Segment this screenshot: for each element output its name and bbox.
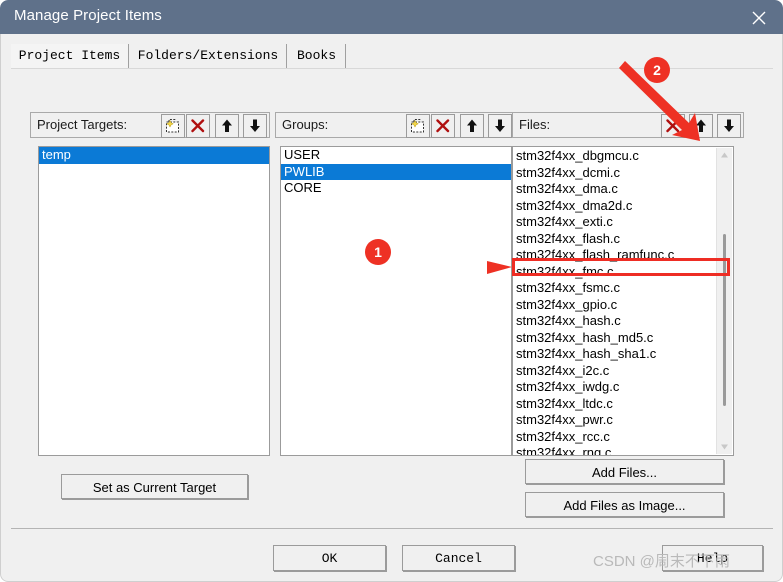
list-item[interactable]: stm32f4xx_dma2d.c: [513, 198, 701, 215]
tab-label: Folders/Extensions: [137, 48, 279, 63]
list-item[interactable]: stm32f4xx_ltdc.c: [513, 396, 701, 413]
files-delete-button[interactable]: [661, 114, 685, 138]
ok-button[interactable]: OK: [273, 545, 386, 571]
list-item[interactable]: stm32f4xx_rcc.c: [513, 429, 701, 446]
list-item[interactable]: PWLIB: [281, 163, 511, 180]
button-label: Set as Current Target: [92, 480, 217, 495]
project-targets-move-down-button[interactable]: [243, 114, 267, 138]
files-move-down-button[interactable]: [717, 114, 741, 138]
files-header: Files:: [512, 112, 744, 138]
add-files-button[interactable]: Add Files...: [525, 459, 724, 484]
watermark: CSDN @周末不下雨: [593, 553, 730, 570]
list-item[interactable]: stm32f4xx_hash_md5.c: [513, 330, 701, 347]
files-rows: stm32f4xx_dbgmcu.c stm32f4xx_dcmi.c stm3…: [513, 148, 701, 455]
list-item[interactable]: stm32f4xx_exti.c: [513, 214, 701, 231]
dialog-client-area: Project Items Folders/Extensions Books P…: [0, 34, 783, 582]
groups-move-up-button[interactable]: [460, 114, 484, 138]
files-listbox[interactable]: stm32f4xx_dbgmcu.c stm32f4xx_dcmi.c stm3…: [512, 146, 734, 456]
tab-books[interactable]: Books: [288, 44, 346, 68]
tab-underline: [11, 68, 773, 69]
window-title: Manage Project Items: [14, 7, 162, 24]
tab-strip: Project Items Folders/Extensions Books: [11, 44, 773, 69]
list-item[interactable]: stm32f4xx_fsmc.c: [513, 280, 701, 297]
scroll-down-icon[interactable]: [717, 439, 732, 454]
list-item[interactable]: CORE: [281, 180, 511, 197]
add-files-as-image-button[interactable]: Add Files as Image...: [525, 492, 724, 517]
groups-move-down-button[interactable]: [488, 114, 512, 138]
tab-folders-extensions[interactable]: Folders/Extensions: [130, 44, 287, 68]
manage-project-items-dialog: Manage Project Items Project Items Folde…: [0, 0, 783, 582]
list-item[interactable]: stm32f4xx_flash_ramfunc.c: [513, 247, 701, 264]
button-label: Cancel: [435, 551, 482, 566]
files-move-up-button[interactable]: [689, 114, 713, 138]
list-item[interactable]: stm32f4xx_i2c.c: [513, 363, 701, 380]
tab-project-items[interactable]: Project Items: [11, 44, 129, 68]
project-targets-delete-button[interactable]: [186, 114, 210, 138]
groups-listbox[interactable]: USER PWLIB CORE: [280, 146, 512, 456]
list-item[interactable]: stm32f4xx_iwdg.c: [513, 379, 701, 396]
groups-header: Groups:: [275, 112, 515, 138]
project-targets-move-up-button[interactable]: [215, 114, 239, 138]
project-targets-header: Project Targets:: [30, 112, 270, 138]
scrollbar-thumb[interactable]: [723, 234, 726, 406]
files-label: Files:: [519, 117, 551, 132]
list-item[interactable]: stm32f4xx_rng.c: [513, 445, 701, 455]
list-item[interactable]: USER: [281, 147, 511, 164]
files-scrollbar[interactable]: [716, 148, 732, 454]
scroll-up-icon[interactable]: [717, 148, 732, 163]
project-targets-new-item-button[interactable]: [161, 114, 185, 138]
bottom-separator: [11, 528, 773, 529]
button-label: Add Files...: [591, 465, 658, 480]
list-item[interactable]: stm32f4xx_dcmi.c: [513, 165, 701, 182]
list-item[interactable]: stm32f4xx_dbgmcu.c: [513, 148, 701, 165]
list-item-highlighted[interactable]: stm32f4xx_fmc.c: [513, 264, 701, 281]
groups-new-item-button[interactable]: [406, 114, 430, 138]
cancel-button[interactable]: Cancel: [402, 545, 515, 571]
title-bar: Manage Project Items: [0, 0, 783, 34]
close-button[interactable]: [736, 0, 783, 34]
list-item[interactable]: stm32f4xx_hash_sha1.c: [513, 346, 701, 363]
list-item[interactable]: stm32f4xx_hash.c: [513, 313, 701, 330]
project-targets-label: Project Targets:: [37, 117, 128, 132]
button-label: OK: [321, 551, 338, 566]
tab-label: Books: [296, 48, 336, 63]
set-as-current-target-button[interactable]: Set as Current Target: [61, 474, 248, 499]
project-targets-listbox[interactable]: temp: [38, 146, 270, 456]
groups-delete-button[interactable]: [431, 114, 455, 138]
list-item[interactable]: stm32f4xx_flash.c: [513, 231, 701, 248]
tab-label: Project Items: [18, 48, 121, 63]
list-item[interactable]: stm32f4xx_gpio.c: [513, 297, 701, 314]
list-item[interactable]: stm32f4xx_dma.c: [513, 181, 701, 198]
list-item[interactable]: stm32f4xx_pwr.c: [513, 412, 701, 429]
groups-label: Groups:: [282, 117, 329, 132]
button-label: Add Files as Image...: [563, 498, 686, 513]
list-item[interactable]: temp: [39, 147, 269, 164]
